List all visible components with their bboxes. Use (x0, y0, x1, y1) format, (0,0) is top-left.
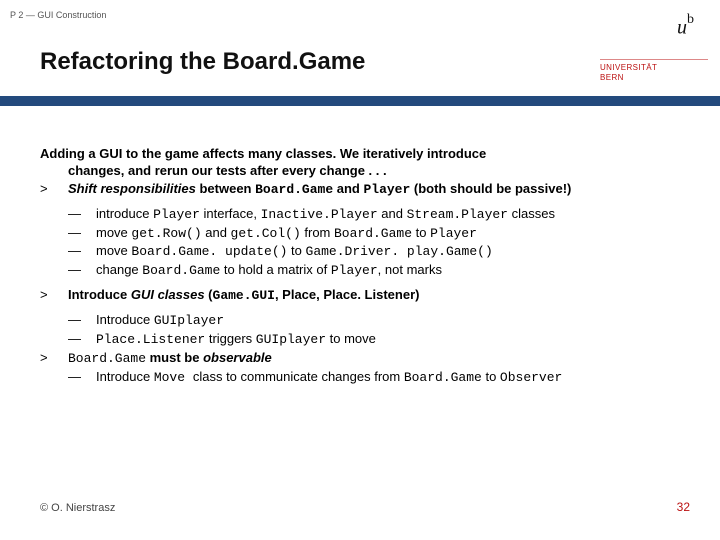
header: P 2 — GUI Construction Refactoring the B… (0, 0, 720, 98)
bullet-observable: > Board.Game must be observable (40, 350, 690, 368)
logo-divider (600, 59, 708, 60)
bullet-introduce-gui: > Introduce GUI classes (Game.GUI, Place… (40, 287, 690, 305)
sub-placelistener: — Place.Listener triggers GUIplayer to m… (68, 331, 690, 349)
university-logo: ub UNIVERSITÄT BERN (604, 0, 708, 94)
sub-introduce-move: — Introduce Move class to communicate ch… (68, 369, 690, 387)
slide-title: Refactoring the Board.Game (40, 48, 365, 76)
sub-move-getrow: — move get.Row() and get.Col() from Boar… (68, 225, 690, 243)
course-label: P 2 — GUI Construction (10, 10, 106, 20)
sub-change-matrix: — change Board.Game to hold a matrix of … (68, 262, 690, 280)
slide-body: Adding a GUI to the game affects many cl… (40, 146, 690, 387)
logo-ub: ub (677, 16, 694, 39)
intro-text: Adding a GUI to the game affects many cl… (40, 146, 690, 179)
slide: P 2 — GUI Construction Refactoring the B… (0, 0, 720, 540)
sub-introduce-player: — introduce Player interface, Inactive.P… (68, 206, 690, 224)
page-number: 32 (677, 500, 690, 514)
sub-move-update: — move Board.Game. update() to Game.Driv… (68, 243, 690, 261)
bullet-shift-responsibilities: > Shift responsibilities between Board.G… (40, 181, 690, 199)
copyright: © O. Nierstrasz (40, 502, 115, 514)
logo-uni: UNIVERSITÄT (600, 63, 657, 72)
sub-introduce-guiplayer: — Introduce GUIplayer (68, 312, 690, 330)
header-stripe (0, 96, 720, 106)
logo-bern: BERN (600, 73, 624, 82)
